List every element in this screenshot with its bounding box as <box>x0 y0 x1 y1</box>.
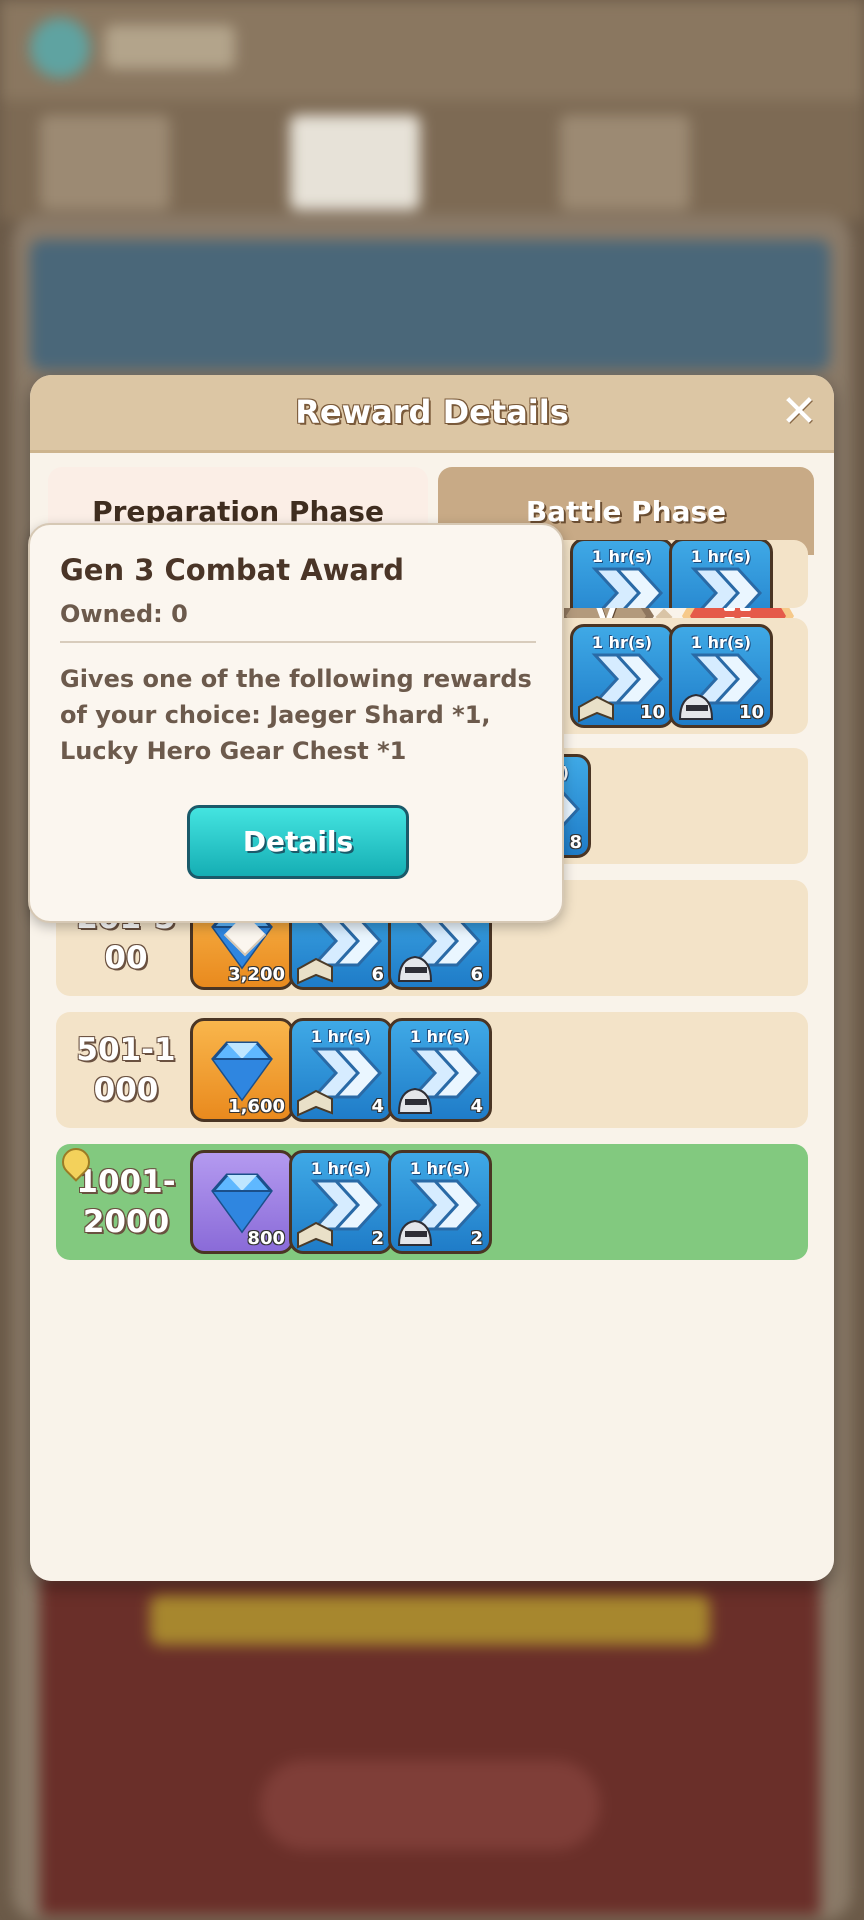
item-quantity: 2 <box>470 1228 483 1249</box>
background-label <box>105 25 235 69</box>
duration-label: 1 hr(s) <box>310 1159 372 1178</box>
duration-label: 1 hr(s) <box>310 1027 372 1046</box>
background-thumb <box>560 115 690 210</box>
background-thumb <box>40 115 170 210</box>
reward-item[interactable]: 1 hr(s)12 <box>570 540 674 608</box>
duration-label: 1 hr(s) <box>690 547 752 566</box>
tooltip-owned: Owned: 0 <box>60 600 188 628</box>
duration-label: 1 hr(s) <box>591 633 653 652</box>
reward-row: 501-1000 1,600 1 hr(s) 4 1 hr(s) 4 <box>56 1012 808 1128</box>
reward-item[interactable]: 1 hr(s) 2 <box>289 1150 393 1254</box>
item-quantity: 1,600 <box>228 1096 285 1117</box>
details-button[interactable]: Details <box>187 805 409 879</box>
reward-row-current: 1001-2000 800 1 hr(s) 2 1 hr(s) 2 <box>56 1144 808 1260</box>
duration-label: 1 hr(s) <box>690 633 752 652</box>
reward-item[interactable]: 800 <box>190 1150 294 1254</box>
reward-item[interactable]: 1 hr(s) 10 <box>570 624 674 728</box>
modal-title: Reward Details <box>295 393 569 431</box>
reward-item[interactable]: 1 hr(s)12 <box>669 540 773 608</box>
reward-item[interactable]: 1 hr(s) 10 <box>669 624 773 728</box>
tooltip-description: Gives one of the following rewards of yo… <box>60 665 532 765</box>
tooltip-divider <box>60 641 536 643</box>
item-quantity: 10 <box>738 702 764 723</box>
item-tooltip: Gen 3 Combat Award Owned: 0 Gives one of… <box>28 523 564 923</box>
item-quantity: 4 <box>470 1096 483 1117</box>
duration-label: 1 hr(s) <box>409 1027 471 1046</box>
item-quantity: 6 <box>470 964 483 985</box>
duration-label: 1 hr(s) <box>409 1159 471 1178</box>
item-quantity: 10 <box>639 702 665 723</box>
rank-label: 1001-2000 <box>76 1164 176 1240</box>
item-quantity: 800 <box>247 1228 285 1249</box>
item-quantity: 6 <box>371 964 384 985</box>
item-quantity: 3,200 <box>228 964 285 985</box>
item-quantity: 2 <box>371 1228 384 1249</box>
background-banner <box>30 240 830 370</box>
reward-item[interactable]: 1 hr(s) 4 <box>289 1018 393 1122</box>
rank-label: 501-1000 <box>76 1032 176 1108</box>
close-button[interactable]: ✕ <box>776 389 822 435</box>
background-thumb <box>290 115 420 210</box>
tooltip-title: Gen 3 Combat Award <box>60 553 405 587</box>
item-quantity: 8 <box>569 832 582 853</box>
background-button <box>260 1760 600 1850</box>
reward-item[interactable]: 1 hr(s) 2 <box>388 1150 492 1254</box>
reward-item[interactable]: 1 hr(s) 4 <box>388 1018 492 1122</box>
rank-range: 501-1000 <box>56 1012 196 1128</box>
item-quantity: 4 <box>371 1096 384 1117</box>
background-icon <box>30 18 90 78</box>
reward-item[interactable]: 1,600 <box>190 1018 294 1122</box>
background-progress <box>150 1595 710 1645</box>
duration-label: 1 hr(s) <box>591 547 653 566</box>
